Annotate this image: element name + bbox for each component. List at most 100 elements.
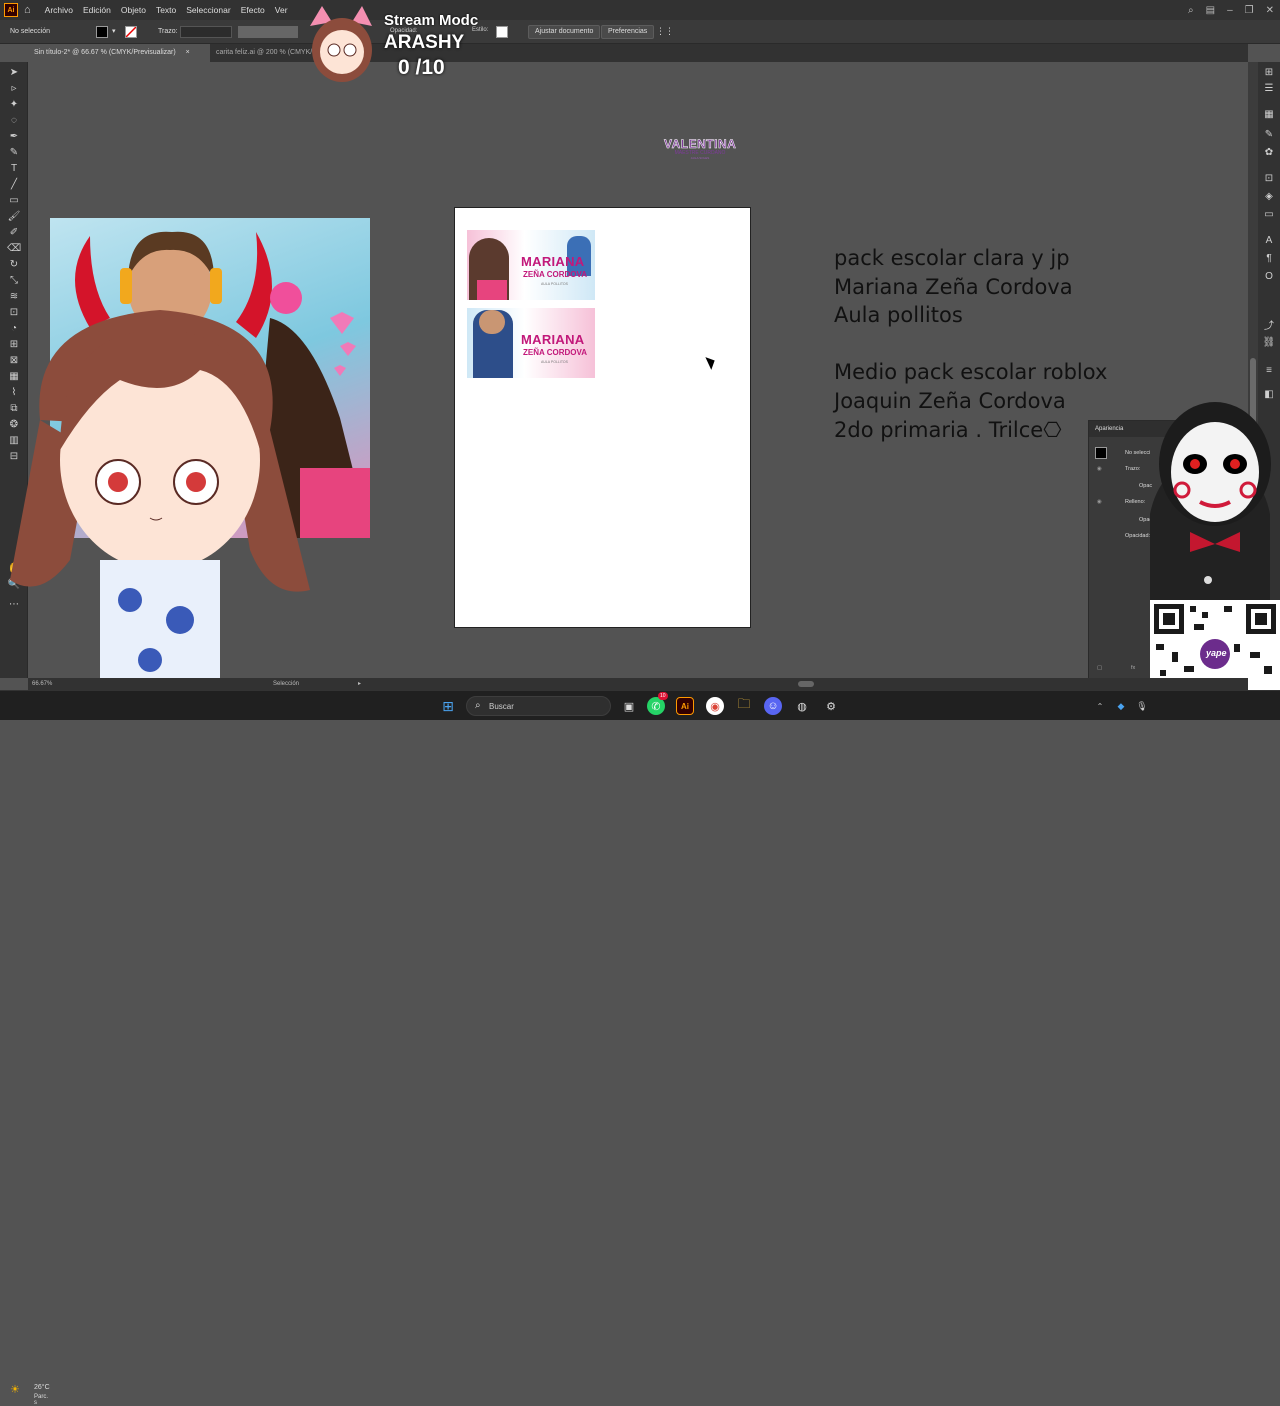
horizontal-scrollbar-thumb[interactable] [798,681,814,687]
document-tabs: Sin título-2* @ 66.67 % (CMYK/Previsuali… [28,44,1248,62]
illustrator-logo-icon[interactable]: Ai [4,3,18,17]
opentype-icon[interactable]: O [1262,270,1276,282]
export-icon[interactable]: ⤴ [1262,318,1276,332]
chrome-icon[interactable]: ◉ [706,697,724,715]
fit-document-button[interactable]: Ajustar documento [528,25,601,39]
label-title: MARIANA [521,254,585,269]
stroke-label: Trazo: [158,28,178,35]
valentina-logo[interactable]: VALENTINA MAESTRE CURDANO AULA SOLES [664,137,736,177]
play-icon[interactable]: ▸ [358,680,361,687]
brush-preset[interactable] [238,26,298,38]
menu-texto[interactable]: Texto [156,5,176,15]
eye-icon[interactable]: ◉ [1097,466,1102,472]
rectangle-tool-icon[interactable]: ▭ [7,194,21,206]
stream-counter-text: 0 /10 [398,56,445,79]
stroke-weight-field[interactable] [180,26,232,38]
shaper-tool-icon[interactable]: ✐ [7,226,21,238]
menu-seleccionar[interactable]: Seleccionar [186,5,230,15]
status-bar: 66.67% Selección ▸ [28,678,1248,690]
close-icon[interactable]: ✕ [1266,5,1274,16]
type-tool-icon[interactable]: T [7,162,21,174]
menu-ver[interactable]: Ver [275,5,288,15]
label-thumbnail[interactable]: MARIANA ZEÑA CORDOVA AULA POLLITOS [467,308,595,378]
minimize-icon[interactable]: – [1227,5,1233,16]
stream-overlay: Stream Modc ARASHY 0 /10 [302,6,492,84]
taskbar-search[interactable]: ⌕ Buscar [466,696,611,716]
windows-taskbar: ☀ 26°C Parc. s ⊞ ⌕ Buscar ▣ ✆ 10 Ai ◉ 🗀 … [0,690,1280,1406]
appearance-stroke[interactable]: Trazo: [1125,466,1140,472]
symbols-icon[interactable]: ✿ [1262,146,1276,158]
preferences-button[interactable]: Preferencias [601,25,655,39]
menu-edicion[interactable]: Edición [83,5,111,15]
search-icon: ⌕ [475,700,481,711]
label-title: MARIANA [521,332,585,347]
fill-swatch[interactable] [96,26,108,38]
label-tag: AULA POLLITOS [541,360,568,364]
links-icon[interactable]: ⛓ [1262,336,1276,348]
notes-text[interactable]: pack escolar clara y jp Mariana Zeña Cor… [834,244,1124,444]
zoom-level[interactable]: 66.67% [32,681,52,687]
align-icon[interactable]: ≡ [1262,364,1276,376]
girl-shirt [477,280,507,300]
scale-tool-icon[interactable]: ⤡ [7,274,21,286]
layers-icon[interactable]: ◈ [1262,190,1276,202]
eye-icon[interactable]: ◉ [1097,499,1102,505]
microphone-icon[interactable]: 🎙 [1133,697,1151,715]
style-swatch[interactable] [496,26,508,38]
search-icon[interactable]: ⌕ [1188,5,1194,16]
lasso-icon[interactable]: ◌ [7,114,21,126]
windows-start-icon[interactable]: ⊞ [439,697,457,715]
workspace-icon[interactable]: ▤ [1206,5,1215,16]
task-view-icon[interactable]: ▣ [620,697,638,715]
brushes-icon[interactable]: ✎ [1262,128,1276,140]
file-explorer-icon[interactable]: 🗀 [735,696,753,715]
paintbrush-icon[interactable]: 🖌 [7,210,21,222]
selection-tool-icon[interactable]: ➤ [7,66,21,78]
magic-wand-icon[interactable]: ✦ [7,98,21,110]
line-tool-icon[interactable]: ╱ [7,178,21,190]
whatsapp-icon[interactable]: ✆ 10 [647,692,668,715]
notification-badge: 10 [658,692,668,700]
direct-selection-tool-icon[interactable]: ▹ [7,82,21,94]
paragraph-icon[interactable]: ¶ [1262,252,1276,264]
tray-overflow-icon[interactable]: ⌃ [1091,697,1109,715]
obs-icon[interactable]: ◍ [793,697,811,715]
menu-archivo[interactable]: Archivo [45,5,73,15]
menu-efecto[interactable]: Efecto [241,5,265,15]
stream-mode-text: Stream Modc [384,12,479,29]
weather-temp: 26°C [34,1384,50,1391]
appearance-swatch[interactable] [1095,447,1107,459]
discord-icon[interactable]: ☺ [764,697,782,715]
stroke-swatch[interactable] [125,26,137,38]
note-line: Aula pollitos [834,303,963,328]
pen-tool-icon[interactable]: ✒ [7,130,21,142]
transform-icon[interactable]: ⊡ [1262,172,1276,184]
artboards-icon[interactable]: ▭ [1262,208,1276,220]
maximize-icon[interactable]: ❐ [1245,5,1254,16]
label-thumbnail[interactable]: MARIANA ZEÑA CORDOVA AULA POLLITOS [467,230,595,300]
tray-app-icon[interactable]: ◆ [1112,697,1130,715]
jigsaw-avatar [1150,402,1271,604]
eraser-icon[interactable]: ⌫ [7,242,21,254]
menu-objeto[interactable]: Objeto [121,5,146,15]
home-icon[interactable]: ⌂ [24,4,31,16]
curvature-tool-icon[interactable]: ✎ [7,146,21,158]
chevron-down-icon[interactable]: ▾ [112,27,116,35]
artboard[interactable]: MARIANA ZEÑA CORDOVA AULA POLLITOS MARIA… [454,207,751,628]
status-mode: Selección [273,681,300,687]
settings-icon[interactable]: ⚙ [822,697,840,715]
libraries-icon[interactable]: ☰ [1262,82,1276,94]
label-subtitle: ZEÑA CORDOVA [523,348,587,357]
new-layer-icon[interactable]: ▢ [1097,665,1102,671]
fx-icon[interactable]: fx [1131,665,1135,671]
weather-widget[interactable]: ☀ 26°C Parc. s [10,1383,50,1406]
illustrator-taskbar-icon[interactable]: Ai [676,697,694,715]
swatches-icon[interactable]: ▦ [1262,108,1276,120]
tab-sin-titulo[interactable]: Sin título-2* @ 66.67 % (CMYK/Previsuali… [28,44,210,62]
character-icon[interactable]: A [1262,234,1276,246]
weather-sun-icon: ☀ [10,1384,20,1396]
arrange-icon[interactable]: ⋮⋮ [656,26,674,37]
rotate-tool-icon[interactable]: ↻ [7,258,21,270]
close-icon[interactable]: × [186,49,190,56]
properties-icon[interactable]: ⊞ [1262,66,1276,78]
